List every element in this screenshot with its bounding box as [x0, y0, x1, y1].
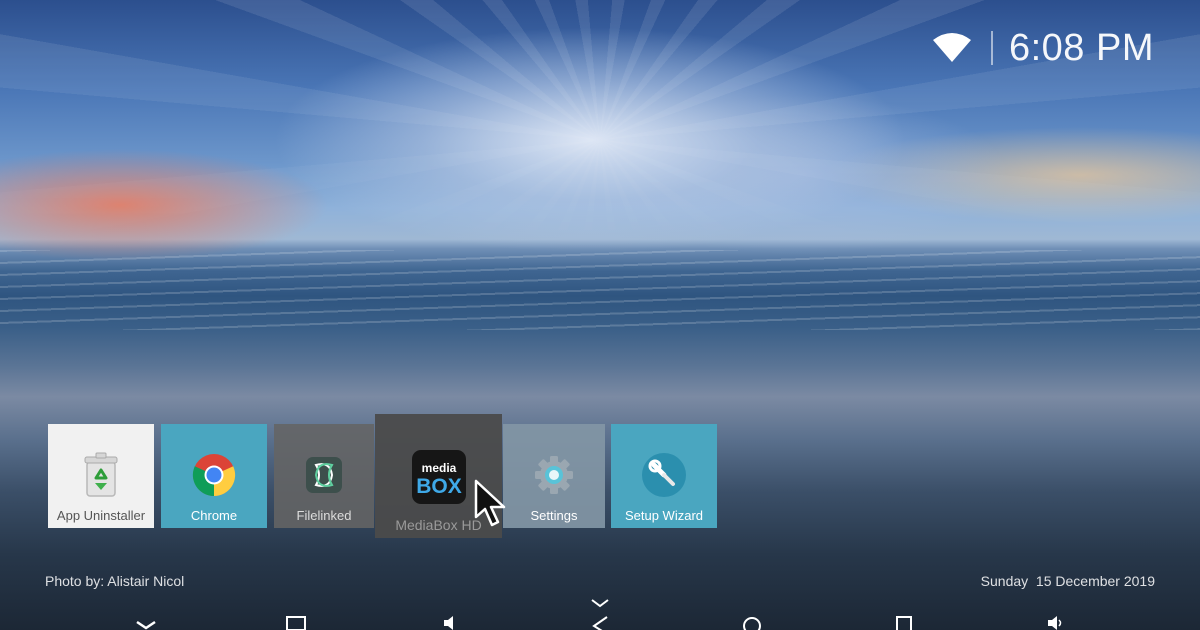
mouse-cursor-icon	[474, 479, 506, 527]
navigation-bar	[0, 596, 1200, 630]
mediabox-icon-text-top: media	[421, 461, 456, 475]
status-bar: 6:08 PM	[932, 27, 1154, 69]
back-icon[interactable]	[590, 614, 610, 630]
filelinked-icon	[301, 452, 347, 498]
mediabox-icon: media BOX	[411, 450, 466, 504]
volume-up-icon[interactable]	[1046, 614, 1064, 630]
app-tile-chrome[interactable]: Chrome	[161, 424, 267, 528]
app-tile-settings[interactable]: Settings	[503, 424, 605, 528]
app-label: Chrome	[190, 508, 238, 523]
app-label: Settings	[530, 508, 578, 523]
recents-icon[interactable]	[895, 614, 913, 630]
status-divider	[990, 31, 993, 65]
app-tile-setup-wizard[interactable]: Setup Wizard	[611, 424, 717, 528]
photo-credit: Photo by: Alistair Nicol	[45, 573, 185, 589]
app-label: App Uninstaller	[56, 508, 146, 523]
app-label: Filelinked	[296, 508, 352, 523]
screenshot-icon[interactable]	[286, 614, 306, 630]
home-icon[interactable]	[742, 614, 762, 630]
collapse-icon[interactable]	[135, 614, 157, 630]
wifi-icon	[932, 33, 971, 62]
recycle-bin-icon	[78, 452, 124, 498]
chrome-icon	[191, 452, 237, 498]
wallpaper-waves	[0, 250, 1200, 330]
app-tile-filelinked[interactable]: Filelinked	[274, 424, 374, 528]
date-display: Sunday 15 December 2019	[980, 573, 1155, 589]
app-tile-app-uninstaller[interactable]: App Uninstaller	[48, 424, 154, 528]
app-label: Setup Wizard	[624, 508, 704, 523]
volume-down-icon[interactable]	[442, 614, 456, 630]
wrench-icon	[641, 452, 687, 498]
gear-icon	[531, 452, 577, 498]
clock: 6:08 PM	[1008, 27, 1154, 69]
chevron-down-icon[interactable]	[590, 598, 610, 608]
mediabox-icon-text-bottom: BOX	[416, 475, 462, 498]
